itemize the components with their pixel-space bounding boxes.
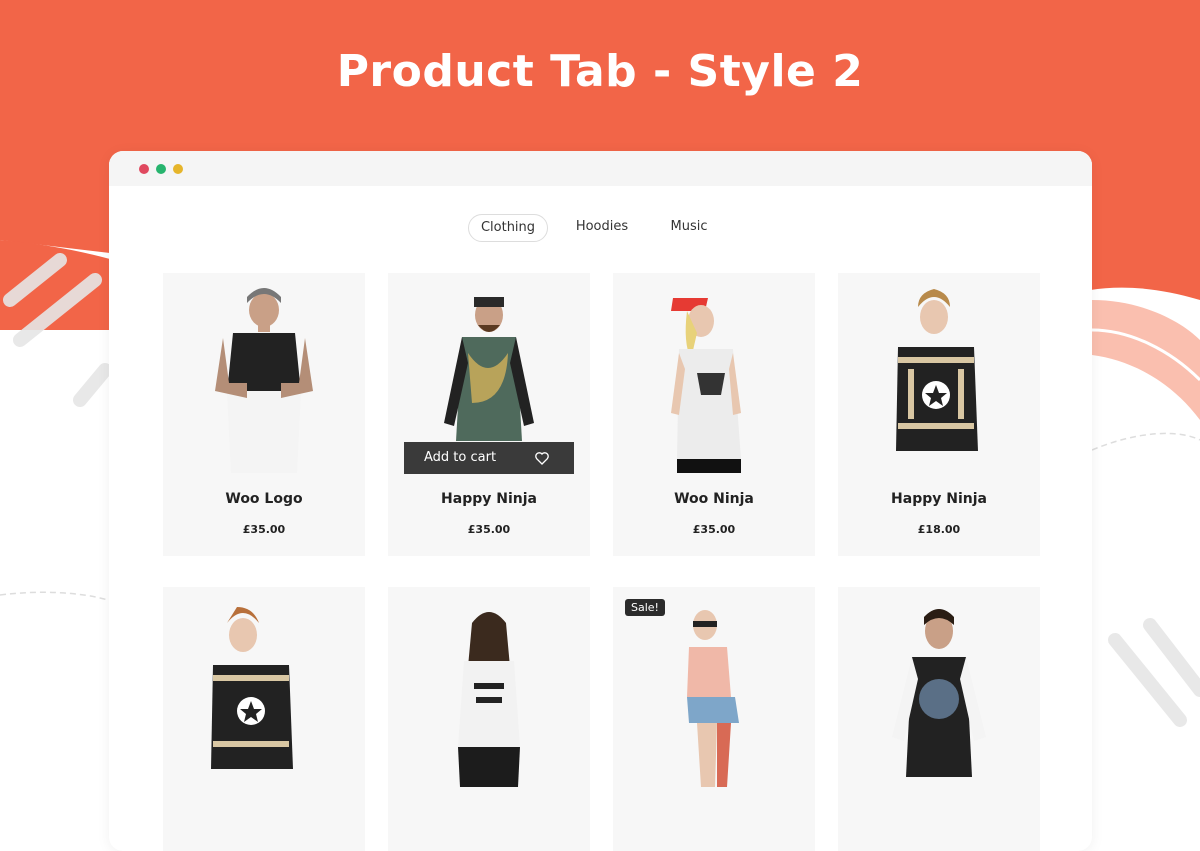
- product-price: £35.00: [692, 523, 736, 536]
- maximize-dot[interactable]: [173, 164, 183, 174]
- product-price: £35.00: [467, 523, 511, 536]
- sale-badge: Sale!: [625, 599, 665, 616]
- product-card[interactable]: Happy Ninja £18.00: [838, 273, 1040, 556]
- close-dot[interactable]: [139, 164, 149, 174]
- product-card[interactable]: [388, 587, 590, 851]
- product-name[interactable]: Happy Ninja: [838, 491, 1040, 507]
- product-card[interactable]: [838, 587, 1040, 851]
- heart-icon[interactable]: [534, 450, 550, 466]
- tab-music[interactable]: Music: [655, 214, 723, 240]
- product-image: [687, 610, 739, 787]
- add-to-cart-bar: Add to cart: [404, 442, 574, 474]
- product-card[interactable]: Sale!: [613, 587, 815, 851]
- product-card[interactable]: Woo Ninja £35.00: [613, 273, 815, 556]
- product-name[interactable]: Woo Logo: [163, 491, 365, 507]
- product-image: [892, 609, 986, 777]
- product-tabs: Clothing Hoodies Music: [109, 213, 1092, 243]
- product-image: [458, 612, 520, 787]
- product-image: [671, 298, 741, 473]
- product-price: £18.00: [917, 523, 961, 536]
- product-image: [896, 289, 978, 451]
- product-name[interactable]: Happy Ninja: [388, 491, 590, 507]
- product-card[interactable]: Woo Logo £35.00: [163, 273, 365, 556]
- minimize-dot[interactable]: [156, 164, 166, 174]
- browser-window: Clothing Hoodies Music Woo Logo £35.00 A…: [109, 151, 1092, 851]
- add-to-cart-button[interactable]: Add to cart: [424, 450, 496, 465]
- product-card[interactable]: Add to cart Happy Ninja £35.00: [388, 273, 590, 556]
- product-card[interactable]: [163, 587, 365, 851]
- product-image: [211, 607, 293, 769]
- product-name[interactable]: Woo Ninja: [613, 491, 815, 507]
- tab-hoodies[interactable]: Hoodies: [564, 214, 640, 240]
- product-price: £35.00: [242, 523, 286, 536]
- page-headline: Product Tab - Style 2: [336, 46, 864, 97]
- tab-clothing[interactable]: Clothing: [468, 214, 548, 242]
- window-titlebar: [109, 151, 1092, 186]
- product-image: [215, 288, 313, 473]
